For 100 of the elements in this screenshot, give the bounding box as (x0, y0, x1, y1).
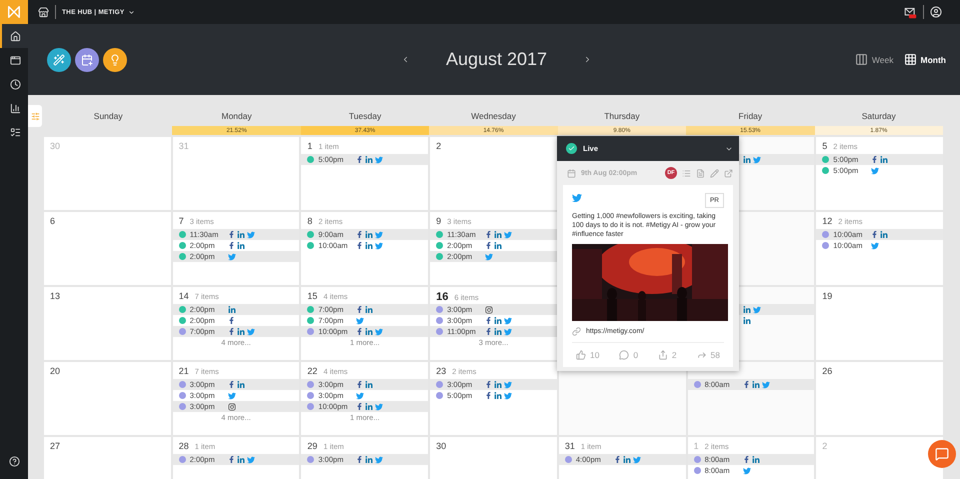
facebook-icon (485, 381, 492, 388)
linkedin-icon (494, 328, 502, 336)
linkedin-icon (880, 156, 888, 164)
facebook-icon (742, 381, 750, 388)
day-cell[interactable]: 19 (816, 287, 943, 360)
twitter-icon (752, 306, 761, 314)
day-cell[interactable]: 26 (816, 362, 943, 435)
twitter-icon (485, 252, 494, 260)
weekday-label: Friday (738, 110, 764, 123)
chat-button[interactable] (928, 440, 956, 468)
linkedin-icon (365, 328, 374, 336)
forward-icon (696, 350, 707, 360)
comment-icon (619, 350, 630, 360)
twitter-icon (504, 316, 512, 324)
day-number: 21 (178, 366, 189, 376)
grid-icon (904, 53, 916, 66)
linkedin-icon (494, 392, 502, 400)
twitter-icon (246, 230, 255, 238)
link-icon (572, 327, 581, 336)
twitter-icon (572, 193, 582, 203)
facebook-icon (356, 381, 364, 388)
day-number: 30 (436, 441, 446, 451)
ideas-button[interactable] (103, 48, 127, 72)
facebook-icon (228, 231, 235, 238)
day-number: 2 (822, 441, 828, 451)
linkedin-icon (365, 242, 374, 250)
day-number: 30 (50, 141, 60, 151)
twitter-icon (228, 252, 236, 260)
stat-count: 0 (633, 350, 638, 360)
linkedin-icon (365, 456, 374, 464)
facebook-icon (228, 317, 235, 324)
check-icon (566, 143, 577, 154)
facebook-icon (485, 392, 492, 399)
facebook-icon (356, 328, 364, 335)
day-number: 1 (307, 141, 312, 151)
day-cell[interactable]: 2 (430, 137, 557, 210)
facebook-icon (871, 231, 878, 238)
calendar-plus-icon (81, 54, 93, 66)
day-cell[interactable]: 13 (44, 287, 171, 360)
twitter-icon (632, 456, 641, 464)
list-icon (10, 126, 20, 138)
day-cell[interactable]: 6 (44, 212, 171, 285)
twitter-icon (375, 230, 384, 238)
day-cell[interactable]: 27 (44, 437, 171, 479)
facebook-icon (356, 242, 364, 249)
day-number: 31 (564, 441, 575, 451)
stat-count: 10 (590, 350, 600, 360)
twitter-icon (375, 456, 384, 464)
schedule-button[interactable] (75, 48, 99, 72)
twitter-icon (504, 328, 512, 336)
linkedin-icon (228, 306, 236, 314)
thumbs-up-icon (576, 350, 586, 360)
twitter-icon (752, 156, 761, 164)
view-toggle[interactable]: Month (904, 53, 946, 66)
weekday-label: Tuesday (348, 110, 382, 123)
chat-icon (935, 447, 949, 461)
facebook-icon (356, 456, 364, 463)
mail-icon[interactable] (904, 6, 917, 18)
facebook-icon (356, 403, 364, 410)
linkedin-icon (742, 156, 751, 164)
twitter-icon (375, 328, 384, 336)
day-number: 8 (307, 216, 312, 226)
day-number: 28 (178, 441, 189, 451)
day-cell[interactable]: 30 (430, 437, 557, 479)
day-number: 31 (178, 141, 189, 151)
magic-wand-button[interactable] (47, 48, 71, 72)
weekday-label: Sunday (92, 110, 124, 123)
calendar-icon (567, 168, 576, 178)
stat-count: 2 (672, 350, 677, 360)
linkedin-icon (236, 230, 245, 238)
clock-icon (10, 78, 20, 90)
sliders-icon (30, 112, 40, 120)
facebook-icon (228, 456, 235, 463)
day-number: 9 (436, 216, 442, 226)
view-toggle[interactable]: Week (854, 53, 894, 66)
stat-count: 58 (710, 350, 720, 360)
day-number: 26 (822, 366, 832, 376)
store-icon[interactable] (38, 6, 49, 18)
day-number: 7 (178, 216, 184, 226)
twitter-icon (742, 466, 751, 474)
day-number: 5 (822, 141, 828, 151)
twitter-icon (375, 156, 384, 164)
linkedin-icon (236, 380, 245, 388)
facebook-icon (871, 156, 878, 163)
linkedin-icon (742, 316, 751, 324)
linkedin-icon (365, 230, 374, 238)
day-number: 1 (694, 441, 699, 451)
weekday-label: Monday (220, 110, 253, 123)
weekday-label: Saturday (860, 110, 897, 123)
user-icon[interactable] (930, 6, 942, 18)
twitter-icon (228, 392, 236, 400)
twitter-icon (762, 380, 770, 388)
facebook-icon (356, 306, 364, 313)
facebook-icon (356, 231, 364, 238)
linkedin-icon (236, 456, 245, 464)
instagram-icon (228, 402, 236, 410)
linkedin-icon (752, 456, 760, 464)
day-cell[interactable]: 20 (44, 362, 171, 435)
columns-icon (854, 53, 868, 66)
sidebar-item[interactable] (0, 24, 28, 48)
